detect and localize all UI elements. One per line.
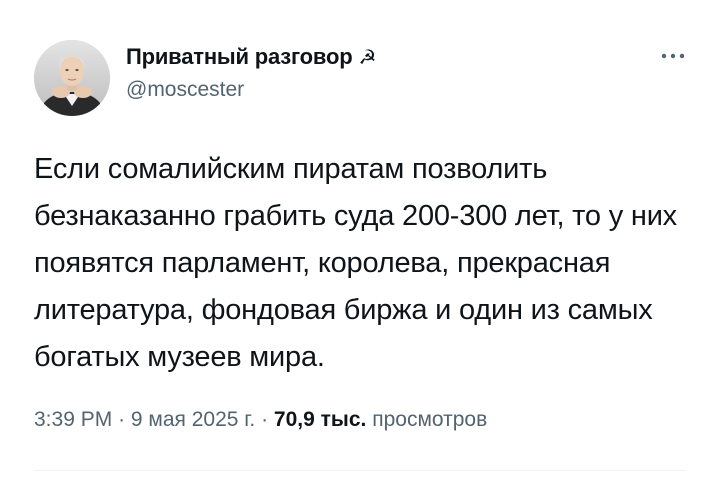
display-name-row: Приватный разговор ☭	[126, 42, 376, 72]
separator: ·	[118, 408, 126, 431]
separator: ·	[261, 408, 269, 431]
tweet-time[interactable]: 3:39 PM	[34, 408, 112, 431]
tweet-date[interactable]: 9 мая 2025 г.	[131, 408, 255, 431]
avatar[interactable]	[34, 40, 110, 116]
tweet-text: Если сомалийским пиратам позволить безна…	[34, 153, 677, 373]
tweet-card: Приватный разговор ☭ @moscester Если сом…	[0, 0, 720, 481]
more-options-button[interactable]	[658, 44, 688, 68]
avatar-image	[34, 40, 110, 116]
more-horizontal-icon	[661, 53, 685, 59]
views-count[interactable]: 70,9 тыс.	[274, 408, 366, 431]
display-name[interactable]: Приватный разговор	[126, 44, 353, 70]
user-handle[interactable]: @moscester	[126, 78, 376, 102]
tweet-metadata: 3:39 PM · 9 мая 2025 г. · 70,9 тыс. прос…	[34, 408, 487, 432]
hammer-and-sickle-icon: ☭	[358, 46, 377, 69]
views-label: просмотров	[372, 408, 488, 431]
divider	[34, 470, 686, 471]
tweet-header: Приватный разговор ☭ @moscester	[126, 42, 376, 102]
